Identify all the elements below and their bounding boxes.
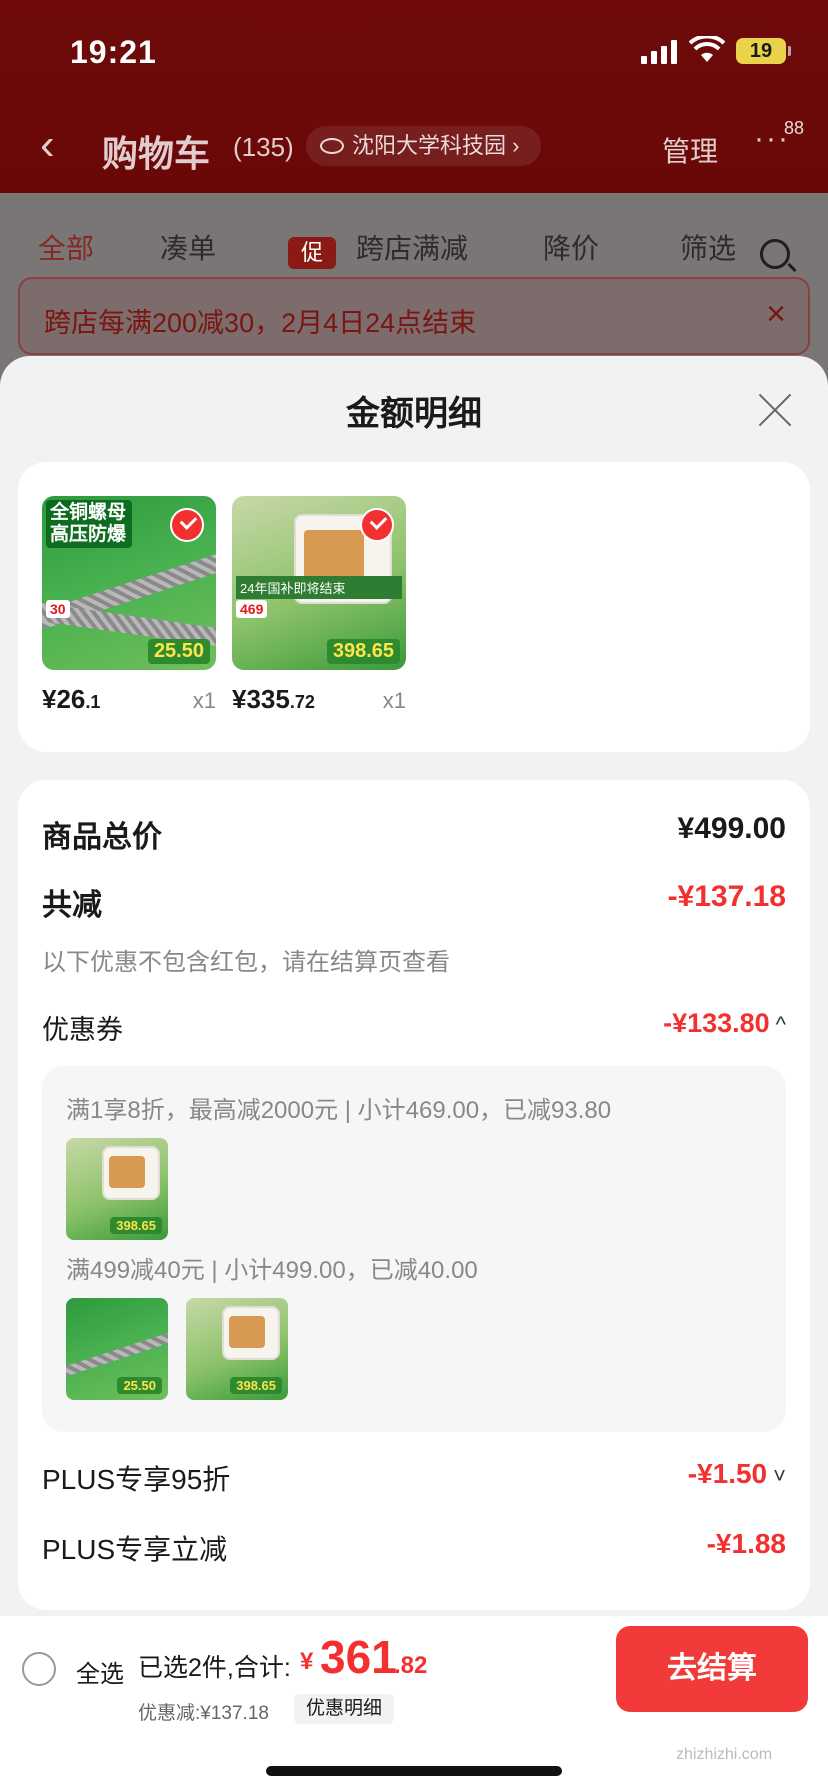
product-item[interactable]: 24年国补即将结束 469 398.65 ¥335.72 x1 (232, 496, 406, 714)
product-price: ¥26.1 (42, 684, 101, 714)
reduce-value: -¥137.18 (667, 880, 786, 913)
page-title: 购物车 (102, 133, 211, 174)
checkmark-icon[interactable] (360, 508, 394, 542)
tab-filter[interactable]: 筛选 (680, 227, 736, 267)
product-thumb: 398.65 (186, 1298, 288, 1400)
chevron-right-icon: › (512, 133, 520, 158)
total-value: ¥499.00 (677, 812, 786, 845)
checkout-button[interactable]: 去结算 (616, 1626, 808, 1712)
clock: 19:21 (70, 34, 157, 70)
signal-icon (641, 40, 677, 64)
product-item[interactable]: 全铜螺母高压防爆 30 25.50 ¥26.1 x1 (42, 496, 216, 714)
amount-detail-sheet: 金额明细 全铜螺母高压防爆 30 25.50 ¥26.1 x1 24年国补即将结… (0, 356, 828, 1792)
plus-discount-toggle[interactable]: -¥1.50 ˅ (688, 1458, 786, 1490)
plus-discount-value: -¥1.50 (687, 1458, 768, 1489)
product-image-label: 30 (46, 600, 70, 618)
coupon-detail-box: 满1享8折，最高减2000元 | 小计469.00，已减93.80 398.65… (42, 1066, 786, 1432)
promo-banner: 跨店每满200减30，2月4日24点结束 × (18, 277, 810, 355)
manage-button[interactable]: 管理 (662, 130, 718, 170)
currency-symbol: ¥ (300, 1648, 314, 1675)
cart-count: (135) (233, 132, 294, 162)
close-icon[interactable]: × (766, 295, 786, 334)
tab-cross-store[interactable]: 跨店满减 (356, 227, 468, 267)
nav-bar: ‹ 购物车 (135) 沈阳大学科技园 › 管理 ··· 88 (0, 110, 828, 180)
select-all-label[interactable]: 全选 (76, 1654, 124, 1689)
product-thumb: 398.65 (66, 1138, 168, 1240)
discount-summary: 优惠减:¥137.18 (138, 1703, 269, 1724)
product-image-label: 469 (236, 600, 268, 618)
checkmark-icon[interactable] (170, 508, 204, 542)
coupon-rule-row: 满1享8折，最高减2000元 | 小计469.00，已减93.80 (66, 1097, 612, 1124)
coupon-value: -¥133.80 (663, 1008, 770, 1038)
watermark: zhizhizhi.com (676, 1746, 773, 1763)
total-amount: 361 (320, 1631, 397, 1683)
eye-icon (320, 138, 344, 154)
products-card: 全铜螺母高压防爆 30 25.50 ¥26.1 x1 24年国补即将结束 469… (18, 462, 810, 752)
tab-all[interactable]: 全部 (38, 227, 94, 267)
coupon-rule-row: 满499减40元 | 小计499.00，已减40.00 (66, 1257, 478, 1284)
plus-discount-label: PLUS专享95折 (42, 1464, 231, 1495)
product-image-price: 398.65 (326, 639, 400, 664)
summary-card: 商品总价 ¥499.00 共减 -¥137.18 以下优惠不包含红包，请在结算页… (18, 780, 810, 1610)
coupon-label: 优惠券 (42, 1015, 123, 1045)
search-icon[interactable] (760, 239, 790, 269)
more-badge: 88 (784, 118, 805, 138)
product-price: ¥335.72 (232, 684, 315, 714)
total-cents: .82 (394, 1652, 428, 1679)
discount-detail-button[interactable]: 优惠明细 (294, 1694, 395, 1724)
location-selector[interactable]: 沈阳大学科技园 › (306, 126, 542, 166)
chevron-up-icon: ^ (775, 1012, 786, 1037)
product-image-title: 24年国补即将结束 (236, 576, 402, 599)
back-button[interactable]: ‹ (40, 120, 55, 170)
product-thumb: 25.50 (66, 1298, 168, 1400)
chevron-down-icon: ˅ (773, 1463, 786, 1488)
reduce-label: 共减 (42, 889, 102, 922)
battery-icon: 19 (736, 38, 791, 64)
tab-price-drop[interactable]: 降价 (543, 227, 599, 267)
wifi-icon (688, 34, 726, 64)
selected-summary: 已选2件,合计: (138, 1654, 291, 1682)
plus-reduce-label: PLUS专享立减 (42, 1534, 228, 1565)
tab-bundle[interactable]: 凑单 (160, 227, 216, 267)
promo-tag: 促 (288, 237, 336, 269)
product-qty: x1 (192, 688, 216, 713)
product-image-price: 25.50 (147, 639, 210, 664)
status-bar: 19:21 19 (0, 0, 828, 100)
close-icon[interactable] (758, 392, 792, 426)
product-image-title: 全铜螺母高压防爆 (46, 500, 132, 548)
product-image: 24年国补即将结束 469 398.65 (232, 496, 406, 670)
product-image: 全铜螺母高压防爆 30 25.50 (42, 496, 216, 670)
select-all-radio[interactable] (22, 1652, 56, 1686)
home-indicator[interactable] (266, 1766, 562, 1776)
note-text: 以下优惠不包含红包，请在结算页查看 (42, 949, 450, 976)
coupon-toggle[interactable]: -¥133.80 ^ (663, 1008, 786, 1039)
header: 19:21 19 ‹ 购物车 (135) 沈阳大学科技园 › 管理 ··· 88 (0, 0, 828, 193)
filter-tabs: 全部 凑单 促 跨店满减 降价 筛选 (0, 211, 828, 271)
plus-reduce-value: -¥1.88 (706, 1528, 786, 1559)
location-text: 沈阳大学科技园 (352, 133, 507, 158)
product-qty: x1 (382, 688, 406, 713)
checkout-bar: 全选 已选2件,合计: ¥ 361 .82 优惠减:¥137.18 优惠明细 去… (0, 1616, 828, 1792)
promo-banner-text: 跨店每满200减30，2月4日24点结束 (44, 308, 477, 338)
total-label: 商品总价 (42, 821, 162, 854)
sheet-title: 金额明细 (346, 395, 482, 433)
